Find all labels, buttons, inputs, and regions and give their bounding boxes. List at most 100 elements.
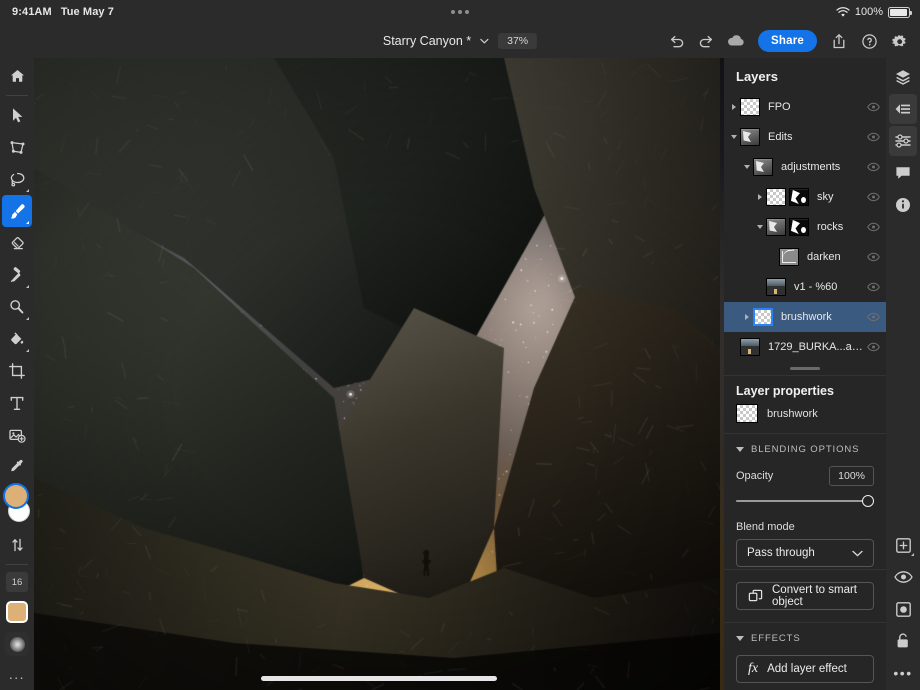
layers-list[interactable]: FPOEditsadjustmentsskyrocksdarkenv1 - %6… [724, 92, 886, 362]
layer-twisty[interactable] [741, 165, 753, 169]
layer-mask-button[interactable] [889, 594, 917, 624]
redo-icon[interactable] [693, 28, 719, 54]
multitask-dots[interactable] [451, 10, 469, 14]
layer-thumbnails[interactable] [740, 128, 760, 146]
layer-twisty[interactable] [728, 135, 740, 139]
tool-lasso-select[interactable] [2, 163, 32, 195]
unlock-icon[interactable] [889, 626, 917, 656]
zoom-level-badge[interactable]: 37% [498, 33, 537, 50]
layer-twisty[interactable] [754, 194, 766, 200]
tool-brush[interactable] [2, 195, 32, 227]
layer-row[interactable]: rocks [724, 212, 886, 242]
layer-thumbnail[interactable] [740, 98, 760, 116]
layer-visibility-eye-icon[interactable] [866, 102, 880, 112]
layer-row[interactable]: 1729_BURKA...anced-NR33 [724, 332, 886, 362]
panel-info[interactable] [889, 190, 917, 220]
opacity-slider-knob[interactable] [862, 495, 874, 507]
layer-thumbnail[interactable] [766, 218, 786, 236]
brush-size-value[interactable]: 16 [6, 572, 28, 592]
layer-row[interactable]: darken [724, 242, 886, 272]
tool-move[interactable] [2, 99, 32, 131]
layer-visibility-eye-icon[interactable] [866, 222, 880, 232]
layer-visibility-eye-icon[interactable] [866, 342, 880, 352]
layer-thumbnails[interactable] [766, 188, 809, 206]
help-icon[interactable] [856, 28, 882, 54]
document-title-group[interactable]: Starry Canyon * 37% [383, 33, 537, 50]
layer-visibility-eye-icon[interactable] [866, 282, 880, 292]
layer-name: brushwork [781, 311, 866, 323]
opacity-slider[interactable] [736, 493, 874, 509]
swap-arrows-icon[interactable] [2, 529, 32, 561]
effects-header[interactable]: EFFECTS [736, 633, 874, 644]
right-icon-rail: ••• [886, 58, 920, 690]
layer-row[interactable]: sky [724, 182, 886, 212]
add-layer-button[interactable] [889, 530, 917, 560]
layer-twisty[interactable] [741, 314, 753, 320]
layer-mask-thumbnail[interactable] [789, 188, 809, 206]
layer-visibility-eye-icon[interactable] [866, 192, 880, 202]
layer-thumbnails[interactable] [766, 218, 809, 236]
blending-options-header[interactable]: BLENDING OPTIONS [736, 444, 874, 455]
gear-icon[interactable] [886, 28, 912, 54]
tool-eyedropper[interactable] [2, 451, 32, 483]
tool-home[interactable] [2, 60, 32, 92]
panel-layers[interactable] [889, 62, 917, 92]
left-tool-rail: 16 ... [0, 58, 34, 690]
layer-row[interactable]: brushwork [724, 302, 886, 332]
tool-type[interactable] [2, 387, 32, 419]
layer-twisty[interactable] [728, 104, 740, 110]
layer-visibility-eye-icon[interactable] [866, 252, 880, 262]
blend-mode-select[interactable]: Pass through [736, 539, 874, 567]
layer-thumbnail[interactable] [740, 128, 760, 146]
panel-adjustments[interactable] [889, 126, 917, 156]
layer-thumbnail[interactable] [753, 308, 773, 326]
panel-comments[interactable] [889, 158, 917, 188]
add-layer-effect-button[interactable]: fx Add layer effect [736, 655, 874, 683]
panel-resize-handle[interactable] [724, 362, 886, 376]
layer-visibility-eye-icon[interactable] [866, 312, 880, 322]
canvas-viewport[interactable] [34, 58, 724, 690]
undo-icon[interactable] [663, 28, 689, 54]
visibility-eye-icon[interactable] [889, 562, 917, 592]
layers-panel-title: Layers [724, 58, 886, 92]
cloud-icon[interactable] [723, 28, 749, 54]
layer-twisty[interactable] [754, 225, 766, 229]
panel-masks[interactable] [889, 94, 917, 124]
layer-thumbnail[interactable] [753, 158, 773, 176]
layer-thumbnails[interactable] [740, 98, 760, 116]
layer-thumbnail[interactable] [766, 188, 786, 206]
convert-to-smart-object-button[interactable]: Convert to smart object [736, 582, 874, 610]
layer-visibility-eye-icon[interactable] [866, 132, 880, 142]
layer-row[interactable]: Edits [724, 122, 886, 152]
layer-thumbnails[interactable] [753, 308, 773, 326]
layer-row[interactable]: FPO [724, 92, 886, 122]
color-swatches[interactable] [2, 485, 32, 529]
layer-thumbnails[interactable] [766, 278, 786, 296]
layer-thumbnail[interactable] [766, 278, 786, 296]
layer-visibility-eye-icon[interactable] [866, 162, 880, 172]
chevron-down-icon[interactable] [480, 38, 489, 44]
export-icon[interactable] [826, 28, 852, 54]
tool-spot-heal[interactable] [2, 291, 32, 323]
layer-row[interactable]: v1 - %60 [724, 272, 886, 302]
layer-thumbnail[interactable] [740, 338, 760, 356]
right-more-options[interactable]: ••• [889, 658, 917, 688]
opacity-value[interactable]: 100% [829, 466, 874, 486]
left-more-options[interactable]: ... [9, 667, 25, 681]
tool-clone-stamp[interactable] [2, 259, 32, 291]
tool-paint-bucket[interactable] [2, 323, 32, 355]
share-button[interactable]: Share [758, 30, 817, 52]
tool-place-image[interactable] [2, 419, 32, 451]
layer-row[interactable]: adjustments [724, 152, 886, 182]
layer-thumbnail[interactable] [779, 248, 799, 266]
active-color-chip[interactable] [6, 601, 28, 623]
layer-thumbnails[interactable] [740, 338, 760, 356]
tool-crop[interactable] [2, 355, 32, 387]
soft-round-brush-icon[interactable] [5, 632, 29, 656]
tool-eraser[interactable] [2, 227, 32, 259]
foreground-color-swatch[interactable] [5, 485, 27, 507]
tool-transform[interactable] [2, 131, 32, 163]
layer-thumbnails[interactable] [753, 158, 773, 176]
layer-mask-thumbnail[interactable] [789, 218, 809, 236]
layer-thumbnails[interactable] [779, 248, 799, 266]
